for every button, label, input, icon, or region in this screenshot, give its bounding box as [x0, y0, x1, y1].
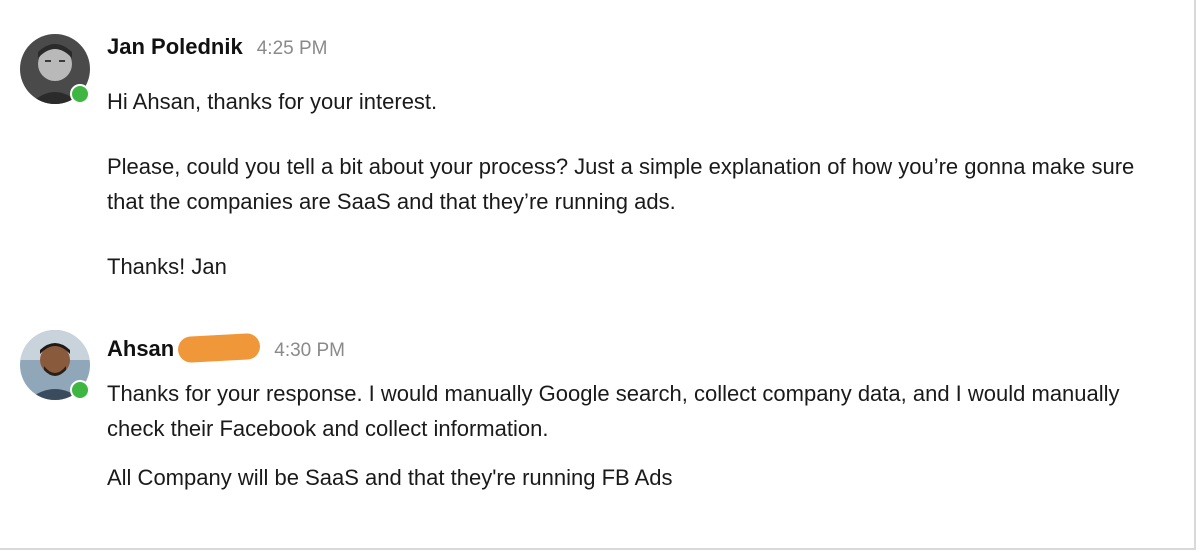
- redaction-mark: [177, 332, 261, 364]
- author-name[interactable]: Jan Polednik: [107, 34, 243, 60]
- avatar-ahsan[interactable]: [20, 330, 90, 400]
- message-text: Thanks for your response. I would manual…: [107, 381, 1120, 441]
- avatar-jan[interactable]: [20, 34, 90, 104]
- message-text: Thanks! Jan: [107, 254, 227, 279]
- message-text: All Company will be SaaS and that they'r…: [107, 465, 673, 490]
- author-name[interactable]: Ahsan: [107, 336, 174, 362]
- message-timestamp: 4:30 PM: [274, 340, 346, 361]
- online-status-icon: [70, 380, 90, 400]
- message-text: Hi Ahsan, thanks for your interest.: [107, 89, 438, 114]
- online-status-icon: [70, 84, 90, 104]
- message-timestamp: 4:25 PM: [256, 38, 328, 59]
- message-text: Please, could you tell a bit about your …: [107, 154, 1135, 214]
- chat-panel: Jan Polednik 4:25 PM Hi Ahsan, thanks fo…: [0, 0, 1196, 550]
